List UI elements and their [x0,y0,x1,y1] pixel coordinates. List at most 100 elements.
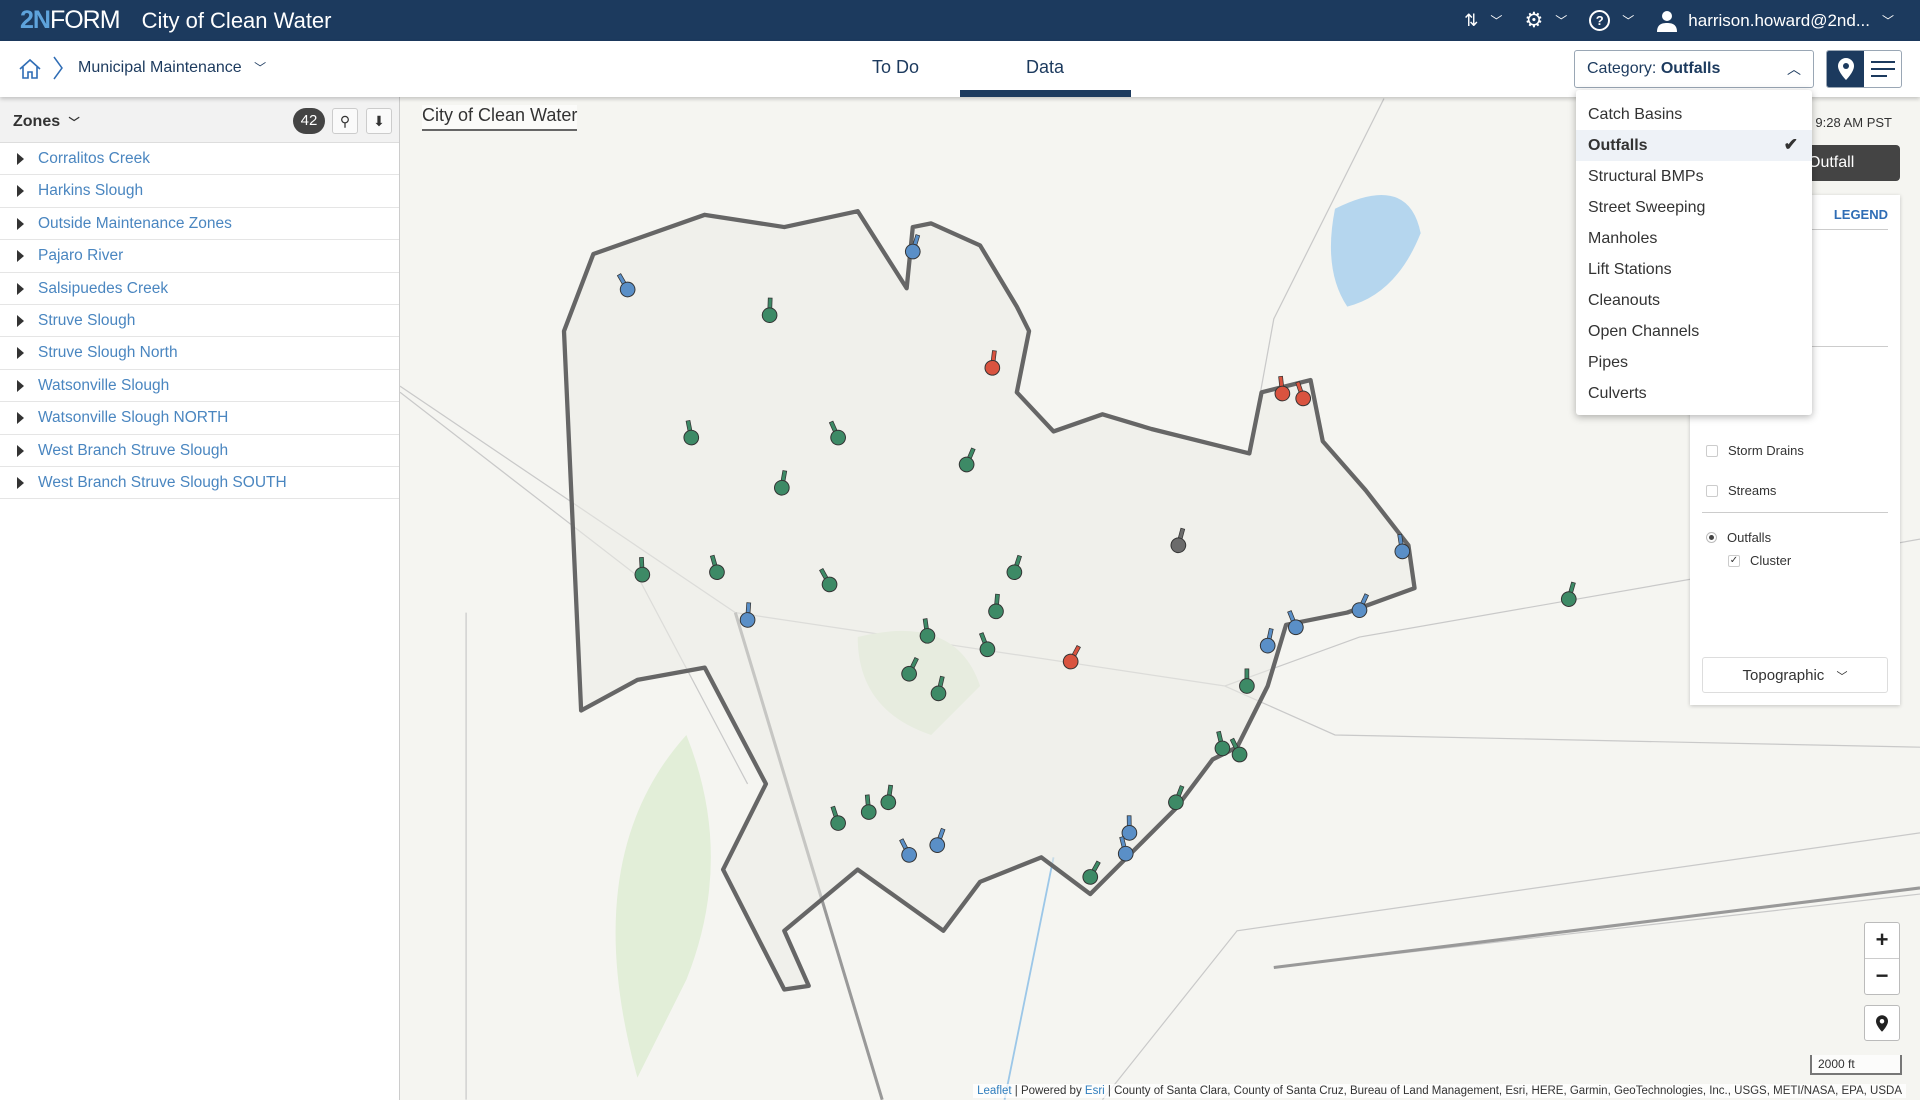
leaflet-link[interactable]: Leaflet [977,1085,1012,1097]
zone-item[interactable]: Watsonville Slough [0,370,399,403]
expand-icon[interactable] [17,282,24,295]
search-icon: ⚲ [339,113,351,129]
layer-outfalls[interactable]: Outfalls [1706,530,1771,545]
sort-icon[interactable]: ⇅ [1464,11,1478,31]
chevron-up-icon: ︿ [1787,61,1801,77]
list-icon [1870,61,1895,77]
zones-sidebar: Zones ﹀ 42 ⚲ ⬇ Corralitos Creek Harkins S… [0,97,400,1100]
zone-item[interactable]: Struve Slough [0,305,399,338]
zone-count-badge: 42 [293,108,325,134]
download-button[interactable]: ⬇ [366,108,392,134]
active-tab-indicator [960,90,1131,97]
zone-item[interactable]: West Branch Struve Slough [0,435,399,467]
search-button[interactable]: ⚲ [332,108,358,134]
zone-link[interactable]: Watsonville Slough NORTH [38,409,228,427]
zone-item[interactable]: Harkins Slough [0,175,399,208]
category-option[interactable]: Street Sweeping [1576,192,1812,223]
cluster-toggle[interactable]: ✓ Cluster [1728,553,1791,568]
top-bar: 2NFORM City of Clean Water ⇅ ﹀ ⚙ ﹀ ? ﹀ harr… [0,0,1920,41]
chevron-down-icon[interactable]: ﹀ [1882,12,1894,29]
zone-item[interactable]: Corralitos Creek [0,143,399,176]
layer-streams[interactable]: Streams [1706,483,1776,498]
category-option[interactable]: Structural BMPs [1576,161,1812,192]
zone-link[interactable]: Pajaro River [38,247,123,265]
expand-icon[interactable] [17,217,24,230]
lake [1330,194,1421,307]
expand-icon[interactable] [17,250,24,263]
zone-item[interactable]: Struve Slough North [0,337,399,370]
zoom-in-button[interactable]: + [1865,923,1899,959]
radio-button[interactable] [1706,532,1717,543]
zone-item[interactable]: Salsipuedes Creek [0,273,399,305]
expand-icon[interactable] [17,153,24,165]
zone-item[interactable]: Pajaro River [0,240,399,273]
zone-link[interactable]: West Branch Struve Slough [38,442,228,460]
scale-bar: 2000 ft [1810,1055,1902,1075]
map-pin-icon [1837,58,1854,80]
esri-link[interactable]: Esri [1085,1085,1105,1097]
zone-link[interactable]: Corralitos Creek [38,150,150,168]
category-menu: Catch Basins Outfalls ✔ Structural BMPs Stre… [1576,90,1812,415]
expand-icon[interactable] [17,476,24,489]
zoom-control: + − [1864,922,1900,995]
zones-dropdown[interactable]: Zones ﹀ [13,113,80,131]
layer-storm-drains[interactable]: Storm Drains [1706,443,1804,458]
category-option[interactable]: Pipes [1576,347,1812,378]
map-view-button[interactable] [1827,51,1864,87]
view-toggle [1826,50,1902,88]
help-icon[interactable]: ? [1589,10,1611,31]
tab-to-do[interactable]: To Do [872,57,919,78]
zone-item[interactable]: West Branch Struve Slough SOUTH [0,467,399,500]
app-title: City of Clean Water [141,7,332,33]
category-option[interactable]: Manholes [1576,223,1812,254]
category-option[interactable]: Open Channels [1576,316,1812,347]
expand-icon[interactable] [17,379,24,392]
zone-link[interactable]: Struve Slough North [38,344,178,362]
breadcrumb-municipal-maintenance[interactable]: Municipal Maintenance ﹀ [78,59,266,77]
zone-link[interactable]: Struve Slough [38,312,135,330]
map-title: City of Clean Water [422,105,578,131]
expand-icon[interactable] [17,444,24,457]
check-icon: ✔ [1783,135,1798,154]
category-select[interactable]: Category: Outfalls ︿ [1574,50,1814,88]
basemap-select[interactable]: Topographic ﹀ [1702,657,1888,693]
locate-button[interactable] [1864,1005,1900,1041]
zone-link[interactable]: Harkins Slough [38,182,143,200]
zone-item[interactable]: Watsonville Slough NORTH [0,402,399,435]
expand-icon[interactable] [17,412,24,425]
nav-bar: Municipal Maintenance ﹀ To Do Data Categ… [0,41,1920,97]
category-option[interactable]: Cleanouts [1576,285,1812,316]
checkbox[interactable] [1706,484,1718,497]
home-icon[interactable] [18,57,42,81]
checkbox[interactable] [1706,444,1718,457]
category-option[interactable]: Culverts [1576,378,1812,409]
zoom-out-button[interactable]: − [1865,959,1899,995]
tab-data[interactable]: Data [1026,57,1064,78]
expand-icon[interactable] [17,347,24,360]
expand-icon[interactable] [17,185,24,198]
zone-link[interactable]: Outside Maintenance Zones [38,215,232,233]
expand-icon[interactable] [17,314,24,327]
chevron-down-icon[interactable]: ﹀ [1490,12,1502,29]
checkbox-checked[interactable]: ✓ [1728,554,1740,567]
map-attribution: Leaflet | Powered by Esri | County of Sa… [973,1084,1906,1098]
category-option[interactable]: Lift Stations [1576,254,1812,285]
map-pin-icon [1876,1014,1888,1032]
chevron-down-icon[interactable]: ﹀ [1555,12,1567,29]
chevron-down-icon[interactable]: ﹀ [1622,12,1634,29]
category-option[interactable]: Outfalls ✔ [1576,130,1812,161]
category-option[interactable]: Catch Basins [1576,99,1812,130]
list-view-button[interactable] [1864,51,1901,87]
legend-tab[interactable]: LEGEND [1834,207,1888,222]
outfall-marker-green[interactable] [1560,581,1581,609]
chevron-right-icon [53,56,63,80]
gear-icon[interactable]: ⚙ [1524,8,1543,33]
zone-link[interactable]: West Branch Struve Slough SOUTH [38,474,287,492]
logo: 2NFORM [20,6,121,34]
user-menu[interactable]: harrison.howard@2nd... [1688,11,1870,31]
zone-link[interactable]: Salsipuedes Creek [38,280,168,298]
download-icon: ⬇ [373,113,385,129]
zone-link[interactable]: Watsonville Slough [38,377,169,395]
zone-item[interactable]: Outside Maintenance Zones [0,208,399,241]
user-icon[interactable] [1656,10,1678,32]
